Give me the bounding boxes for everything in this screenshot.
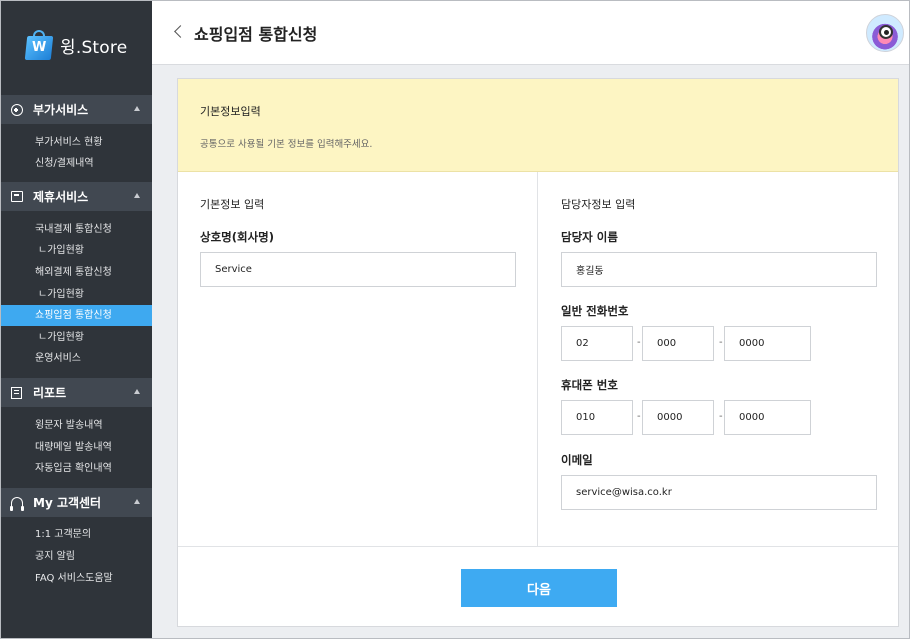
sidebar-section-label: 리포트 — [33, 386, 67, 400]
sidebar: W 윙.Store 부가서비스 부가서비스 현황 신청/결제내역 제휴서비스 국… — [1, 1, 152, 638]
sidebar-section-label: 부가서비스 — [33, 103, 89, 117]
logo[interactable]: W 윙.Store — [24, 28, 128, 62]
caret-up-icon — [134, 193, 140, 198]
sidebar-item-overseas-payment[interactable]: 해외결제 통합신청 — [1, 262, 152, 283]
notice-description: 공통으로 사용될 기본 정보를 입력해주세요. — [200, 139, 373, 150]
caret-up-icon — [134, 389, 140, 394]
mobile-prefix-input[interactable] — [561, 400, 633, 435]
sidebar-section-label: My 고객센터 — [33, 496, 102, 510]
sidebar-item-mail-history[interactable]: 대량메일 발송내역 — [1, 437, 152, 458]
phone-separator: - — [637, 337, 641, 348]
sidebar-item-shopping-entry[interactable]: 쇼핑입점 통합신청 — [1, 305, 152, 326]
sidebar-section-report[interactable]: 리포트 — [1, 378, 152, 407]
avatar[interactable] — [866, 14, 904, 52]
phone-area-input[interactable] — [561, 326, 633, 361]
mobile-middle-input[interactable] — [642, 400, 714, 435]
logo-text: 윙.Store — [60, 37, 128, 58]
sidebar-item-sms-history[interactable]: 윙문자 발송내역 — [1, 415, 152, 436]
sidebar-item-shopping-status[interactable]: ㄴ가입현황 — [1, 327, 152, 348]
sidebar-item-faq[interactable]: FAQ 서비스도움말 — [1, 568, 152, 589]
mobile-separator: - — [719, 411, 723, 422]
window: W 윙.Store 부가서비스 부가서비스 현황 신청/결제내역 제휴서비스 국… — [0, 0, 910, 639]
phone-separator: - — [719, 337, 723, 348]
phone-label: 일반 전화번호 — [561, 304, 629, 318]
contact-info-title: 담당자정보 입력 — [561, 198, 636, 211]
sidebar-item-addon-status[interactable]: 부가서비스 현황 — [1, 132, 152, 153]
circle-plus-icon — [10, 103, 23, 116]
next-button[interactable]: 다음 — [461, 569, 617, 607]
sidebar-section-addon[interactable]: 부가서비스 — [1, 95, 152, 124]
company-label: 상호명(회사명) — [200, 230, 274, 244]
phone-last-input[interactable] — [724, 326, 811, 361]
page-title: 쇼핑입점 통합신청 — [194, 25, 318, 44]
mobile-last-input[interactable] — [724, 400, 811, 435]
sidebar-item-domestic-status[interactable]: ㄴ가입현황 — [1, 240, 152, 261]
box-icon — [10, 190, 23, 203]
avatar-eye-icon — [879, 25, 893, 39]
caret-up-icon — [134, 106, 140, 111]
mobile-label: 휴대폰 번호 — [561, 378, 618, 392]
sidebar-item-inquiry[interactable]: 1:1 고객문의 — [1, 524, 152, 545]
sidebar-section-partner[interactable]: 제휴서비스 — [1, 182, 152, 211]
contact-name-input[interactable] — [561, 252, 877, 287]
back-chevron-icon[interactable] — [172, 23, 186, 41]
basic-info-title: 기본정보 입력 — [200, 198, 265, 211]
notice-banner: 기본정보입력 공통으로 사용될 기본 정보를 입력해주세요. — [178, 79, 898, 172]
shopping-bag-icon: W — [24, 30, 54, 60]
form-footer: 다음 — [178, 546, 898, 626]
sidebar-item-operation-service[interactable]: 운영서비스 — [1, 348, 152, 369]
sidebar-section-support[interactable]: My 고객센터 — [1, 488, 152, 517]
sidebar-item-payment-history[interactable]: 신청/결제내역 — [1, 153, 152, 174]
basic-info-section: 기본정보 입력 상호명(회사명) — [178, 172, 538, 546]
mobile-separator: - — [637, 411, 641, 422]
phone-middle-input[interactable] — [642, 326, 714, 361]
sidebar-item-overseas-status[interactable]: ㄴ가입현황 — [1, 284, 152, 305]
company-name-input[interactable] — [200, 252, 516, 287]
caret-up-icon — [134, 499, 140, 504]
email-label: 이메일 — [561, 453, 593, 467]
headset-icon — [9, 496, 24, 511]
form-card: 기본정보입력 공통으로 사용될 기본 정보를 입력해주세요. 기본정보 입력 상… — [177, 78, 899, 627]
document-icon — [10, 386, 23, 399]
header: 쇼핑입점 통합신청 — [152, 1, 909, 65]
notice-title: 기본정보입력 — [200, 105, 261, 118]
contact-info-section: 담당자정보 입력 담당자 이름 일반 전화번호 - - 휴대폰 번호 - - 이… — [538, 172, 898, 546]
sidebar-item-notice[interactable]: 공지 알림 — [1, 546, 152, 567]
email-input[interactable] — [561, 475, 877, 510]
sidebar-item-deposit-history[interactable]: 자동입금 확인내역 — [1, 458, 152, 479]
contact-name-label: 담당자 이름 — [561, 230, 618, 244]
sidebar-item-domestic-payment[interactable]: 국내결제 통합신청 — [1, 219, 152, 240]
sidebar-section-label: 제휴서비스 — [33, 190, 89, 204]
